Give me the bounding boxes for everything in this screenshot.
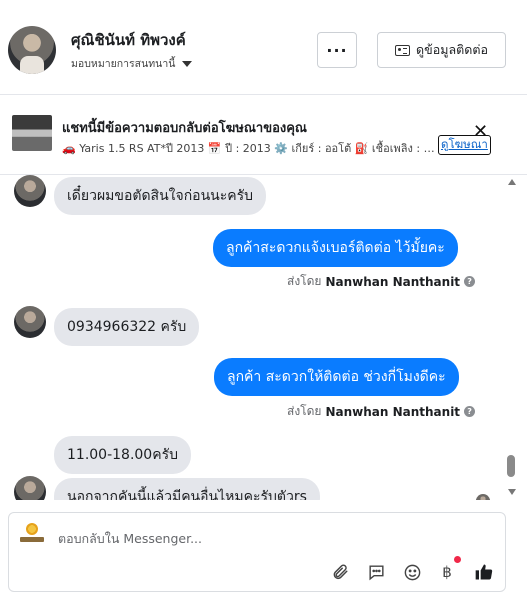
sender-avatar xyxy=(14,476,46,500)
message-thread[interactable]: เดี๋ยวผมขอตัดสินใจก่อนนะครับ ลูกค้าสะดวก… xyxy=(0,175,527,500)
sent-by-label: ส่งโดย Nanwhan Nanthanit ? xyxy=(287,402,476,421)
thumbs-up-icon[interactable] xyxy=(473,561,495,583)
more-options-button[interactable]: ··· xyxy=(317,32,357,68)
message-composer[interactable]: ตอบกลับใน Messenger... ฿ xyxy=(8,512,506,592)
reply-input[interactable]: ตอบกลับใน Messenger... xyxy=(58,529,202,549)
ad-description: 🚗 Yaris 1.5 RS AT*ปี 2013 📅 ปี : 2013 ⚙️… xyxy=(62,142,436,155)
sent-by-prefix: ส่งโดย xyxy=(287,404,322,418)
ad-thumbnail xyxy=(12,115,52,151)
close-icon[interactable]: ✕ xyxy=(473,123,488,141)
scroll-up-arrow-icon[interactable] xyxy=(508,179,516,185)
view-contact-button[interactable]: ดูข้อมูลติดต่อ xyxy=(377,32,506,68)
view-contact-label: ดูข้อมูลติดต่อ xyxy=(416,42,488,57)
incoming-message[interactable]: เดี๋ยวผมขอตัดสินใจก่อนนะครับ xyxy=(54,177,267,215)
contact-avatar[interactable] xyxy=(8,26,56,74)
logo-bar-shape xyxy=(20,537,44,542)
page-logo-icon xyxy=(19,523,45,545)
contact-card-icon xyxy=(395,44,411,56)
sender-avatar xyxy=(14,306,46,338)
incoming-message[interactable]: 11.00-18.00ครับ xyxy=(54,436,191,474)
help-icon[interactable]: ? xyxy=(464,406,476,417)
chevron-down-icon xyxy=(182,60,193,67)
sent-by-name: Nanwhan Nanthanit xyxy=(325,404,461,419)
assign-conversation-dropdown[interactable]: มอบหมายการสนทนานี้ xyxy=(71,55,193,72)
sent-by-label: ส่งโดย Nanwhan Nanthanit ? xyxy=(287,272,476,291)
baht-icon[interactable]: ฿ xyxy=(436,561,458,583)
seen-avatar xyxy=(476,494,490,500)
paperclip-icon[interactable] xyxy=(329,561,351,583)
notification-dot xyxy=(454,556,461,563)
scrollbar-thumb[interactable] xyxy=(507,455,515,477)
smiley-icon[interactable] xyxy=(401,561,423,583)
sent-by-prefix: ส่งโดย xyxy=(287,274,322,288)
assign-label: มอบหมายการสนทนานี้ xyxy=(71,58,176,70)
ad-context-title: แชทนี้มีข้อความตอบกลับต่อโฆษณาของคุณ xyxy=(62,121,307,136)
scroll-down-arrow-icon[interactable] xyxy=(508,489,516,495)
incoming-message[interactable]: 0934966322 ครับ xyxy=(54,308,200,346)
contact-name[interactable]: ศุณิชินันท์ ทิพวงค์ xyxy=(71,28,186,52)
sun-shape xyxy=(26,523,38,535)
sender-avatar xyxy=(14,175,46,207)
sent-by-name: Nanwhan Nanthanit xyxy=(325,274,461,289)
help-icon[interactable]: ? xyxy=(464,276,476,287)
incoming-message[interactable]: นอกจากคันนี้แล้วมีคนอื่นไหมคะรับตัวrs xyxy=(54,478,320,500)
ad-context-bar: แชทนี้มีข้อความตอบกลับต่อโฆษณาของคุณ 🚗 Y… xyxy=(0,95,527,175)
outgoing-message[interactable]: ลูกค้าสะดวกแจ้งเบอร์ติดต่อ ไว้มั้ยคะ xyxy=(213,229,458,267)
speech-bubble-icon[interactable] xyxy=(365,561,387,583)
conversation-header: ศุณิชินันท์ ทิพวงค์ มอบหมายการสนทนานี้ ·… xyxy=(0,0,527,95)
outgoing-message[interactable]: ลูกค้า สะดวกให้ติดต่อ ช่วงกี่โมงดีคะ xyxy=(214,358,459,396)
